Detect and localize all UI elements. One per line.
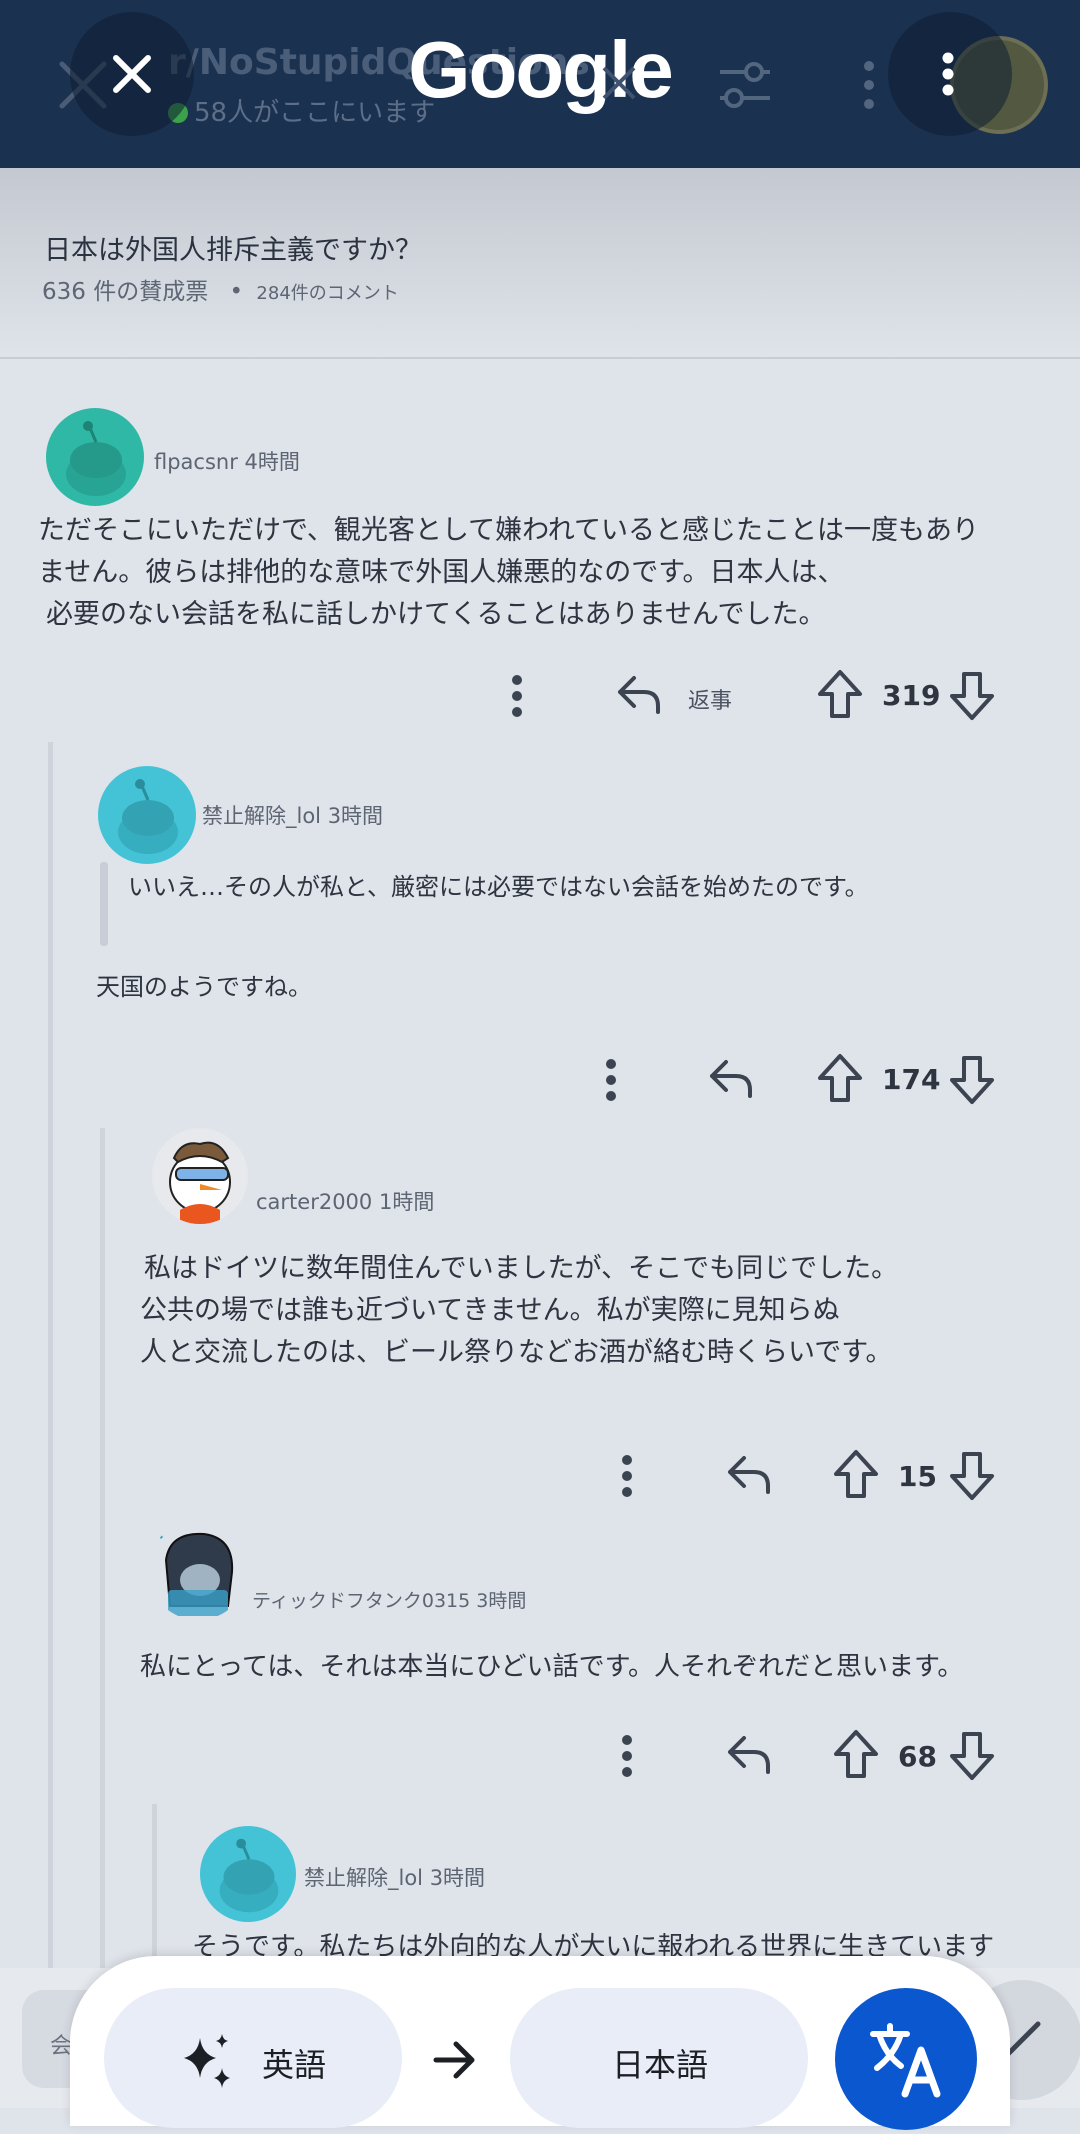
translate-icon xyxy=(870,2023,941,2098)
comment-username[interactable]: ティックドフタンク0315 3時間 xyxy=(252,1586,526,1613)
quote-bar xyxy=(100,862,108,946)
avatar[interactable] xyxy=(200,1826,296,1922)
kebab-menu-icon xyxy=(942,52,954,96)
vote-count: 319 xyxy=(882,679,941,712)
comment-body: 天国のようですね。 xyxy=(96,973,312,1001)
downvote-arrow-icon[interactable] xyxy=(948,1054,996,1106)
snowman-avatar-icon xyxy=(169,1141,231,1224)
google-menu-button[interactable] xyxy=(888,12,1012,136)
hooded-avatar-icon xyxy=(156,1523,234,1616)
arrow-right-icon xyxy=(433,2041,475,2079)
reddit-search-ghost-icon xyxy=(602,66,636,100)
thread-line xyxy=(48,742,53,1982)
vote-count: 15 xyxy=(898,1460,937,1493)
comment-body: 私にとっては、それは本当にひどい話です。人それぞれだと思います。 xyxy=(140,1652,964,1682)
snoo-avatar-icon xyxy=(66,421,126,496)
snoo-avatar-icon xyxy=(219,1838,279,1913)
reply-arrow-icon[interactable] xyxy=(706,1056,756,1100)
comment-line: 人と交流したのは、ビール祭りなどお酒が絡む時くらいです。 xyxy=(140,1337,893,1368)
top-bar: r/NoStupidQuestions 58人がここにいます Google xyxy=(0,0,1080,168)
comment-more-icon[interactable] xyxy=(620,1734,634,1778)
downvote-arrow-icon[interactable] xyxy=(948,1450,996,1502)
quoted-text: いいえ…その人が私と、厳密には必要ではない会話を始めたのです。 xyxy=(128,873,869,901)
downvote-arrow-icon[interactable] xyxy=(948,670,996,722)
comment-username[interactable]: 禁止解除_lol 3時間 xyxy=(304,1862,485,1892)
target-language-label: 日本語 xyxy=(612,2046,709,2084)
post-votes: 636 件の賛成票 xyxy=(42,279,209,305)
comment-more-icon[interactable] xyxy=(604,1058,618,1102)
comment-username[interactable]: 禁止解除_lol 3時間 xyxy=(202,800,383,830)
avatar[interactable] xyxy=(152,1128,248,1224)
comment-username[interactable]: carter2000 1時間 xyxy=(256,1186,434,1216)
source-language-button[interactable] xyxy=(104,1988,402,2128)
avatar[interactable] xyxy=(46,408,144,506)
reply-button[interactable]: 返事 xyxy=(688,683,732,715)
post-meta: 636 件の賛成票 • 284件のコメント xyxy=(42,272,399,306)
avatar[interactable] xyxy=(98,766,196,864)
source-language-label: 英語 xyxy=(262,2046,327,2084)
comment-line: ません。彼らは排他的な意味で外国人嫌悪的なのです。日本人は、 xyxy=(38,557,845,588)
thread-line xyxy=(100,1128,105,1988)
comment-more-icon[interactable] xyxy=(620,1454,634,1498)
post-title[interactable]: 日本は外国人排斥主義ですか？ xyxy=(44,228,422,267)
meta-separator: • xyxy=(229,279,244,305)
translate-button[interactable] xyxy=(835,1988,977,2130)
upvote-arrow-icon[interactable] xyxy=(816,668,864,720)
comment-body: ただそこにいただけで、観光客として嫌われていると感じたことは一度もあり ません。… xyxy=(38,510,1038,636)
downvote-arrow-icon[interactable] xyxy=(948,1730,996,1782)
post-divider xyxy=(0,357,1080,359)
snoo-avatar-icon xyxy=(118,779,178,854)
reply-arrow-icon[interactable] xyxy=(614,672,664,716)
comment-more-icon[interactable] xyxy=(510,674,524,718)
reply-arrow-icon[interactable] xyxy=(724,1732,774,1776)
upvote-arrow-icon[interactable] xyxy=(832,1728,880,1780)
comment-body: 私はドイツに数年間住んでいましたが、そこでも同じでした。 公共の場では誰も近づい… xyxy=(140,1248,1040,1374)
vote-count: 68 xyxy=(898,1740,937,1773)
comment-line: 必要のない会話を私に話しかけてくることはありませんでした。 xyxy=(46,599,826,630)
avatar[interactable] xyxy=(148,1520,248,1620)
upvote-arrow-icon[interactable] xyxy=(832,1448,880,1500)
comment-line: ただそこにいただけで、観光客として嫌われていると感じたことは一度もあり xyxy=(38,515,979,546)
comment-line: 私はドイツに数年間住んでいましたが、そこでも同じでした。 xyxy=(144,1253,899,1284)
vote-count: 174 xyxy=(882,1063,941,1096)
reply-arrow-icon[interactable] xyxy=(724,1452,774,1496)
post-comment-count: 284件のコメント xyxy=(256,283,399,304)
comment-username[interactable]: flpacsnr 4時間 xyxy=(154,446,300,476)
reddit-kebab-ghost-icon xyxy=(864,61,874,109)
reddit-comment-field-text: 会 xyxy=(50,2034,73,2059)
filter-icon xyxy=(720,62,770,108)
comment-line: 公共の場では誰も近づいてきません。私が実際に見知らぬ xyxy=(140,1295,840,1326)
upvote-arrow-icon[interactable] xyxy=(816,1052,864,1104)
sparkle-icon xyxy=(184,2034,230,2088)
